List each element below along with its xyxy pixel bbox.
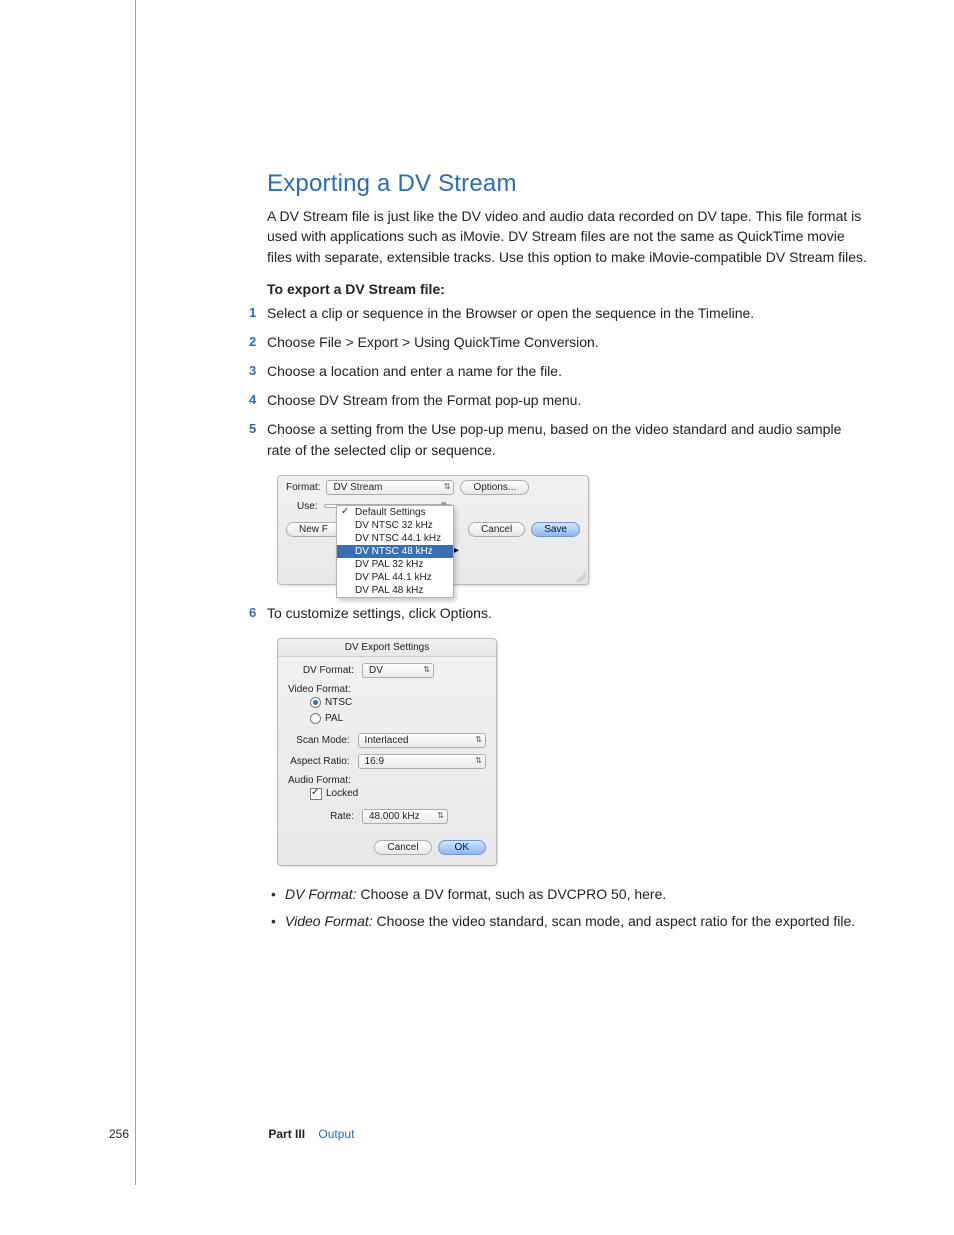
videoformat-label: Video Format:	[288, 684, 486, 695]
dropdown-item[interactable]: DV PAL 48 kHz	[337, 584, 453, 597]
scanmode-select[interactable]: Interlaced ⇅	[358, 733, 486, 748]
use-dropdown-menu: Default Settings DV NTSC 32 kHz DV NTSC …	[336, 505, 454, 598]
section-title: Exporting a DV Stream	[267, 170, 867, 198]
save-button[interactable]: Save	[531, 522, 580, 537]
chevron-updown-icon: ⇅	[423, 666, 430, 674]
chevron-updown-icon: ⇅	[475, 736, 482, 744]
content: Exporting a DV Stream A DV Stream file i…	[267, 170, 867, 938]
options-button[interactable]: Options...	[460, 480, 529, 495]
bullet-term: Video Format:	[285, 913, 373, 929]
page-footer: 256 Part III Output	[109, 1127, 869, 1141]
cancel-button[interactable]: Cancel	[374, 840, 431, 855]
dvformat-label: DV Format:	[288, 665, 354, 676]
format-label: Format:	[286, 482, 320, 493]
cursor-icon: ▸	[454, 545, 459, 556]
procedure-heading: To export a DV Stream file:	[267, 281, 867, 297]
page-number: 256	[109, 1127, 265, 1141]
part-label: Part III	[268, 1127, 305, 1141]
ok-button[interactable]: OK	[438, 840, 486, 855]
aspect-label: Aspect Ratio:	[288, 756, 350, 767]
dropdown-item[interactable]: DV NTSC 32 kHz	[337, 519, 453, 532]
bullet-text: Choose the video standard, scan mode, an…	[373, 913, 856, 929]
aspect-select[interactable]: 16:9 ⇅	[358, 754, 486, 769]
step-text: Choose DV Stream from the Format pop-up …	[267, 392, 581, 408]
cancel-button[interactable]: Cancel	[468, 522, 525, 537]
audioformat-label: Audio Format:	[288, 775, 486, 786]
step-text: Choose File > Export > Using QuickTime C…	[267, 334, 599, 350]
locked-checkbox[interactable]: Locked	[310, 788, 358, 800]
scanmode-label: Scan Mode:	[288, 735, 350, 746]
dvformat-select[interactable]: DV ⇅	[362, 663, 434, 678]
page: Exporting a DV Stream A DV Stream file i…	[0, 0, 954, 1235]
dropdown-item[interactable]: DV NTSC 44.1 kHz	[337, 532, 453, 545]
resize-grip-icon	[576, 572, 586, 582]
pal-radio[interactable]: PAL	[310, 713, 343, 724]
format-select[interactable]: DV Stream ⇅	[326, 480, 454, 495]
steps-list-cont: 6To customize settings, click Options.	[249, 603, 867, 624]
dialog-title: DV Export Settings	[278, 639, 496, 657]
step-text: Select a clip or sequence in the Browser…	[267, 305, 754, 321]
step-text: Choose a location and enter a name for t…	[267, 363, 562, 379]
chevron-updown-icon: ⇅	[437, 812, 444, 820]
dropdown-item[interactable]: Default Settings	[337, 506, 453, 519]
steps-list: 1Select a clip or sequence in the Browse…	[249, 303, 867, 461]
bullet-text: Choose a DV format, such as DVCPRO 50, h…	[357, 886, 667, 902]
intro-paragraph: A DV Stream file is just like the DV vid…	[267, 206, 867, 267]
part-name: Output	[318, 1127, 354, 1141]
bullet-list: DV Format: Choose a DV format, such as D…	[267, 884, 867, 932]
export-dialog-screenshot: Format: DV Stream ⇅ Options... Use: ⇅ Ne…	[277, 475, 589, 585]
margin-rule	[135, 0, 136, 1185]
dv-export-settings-screenshot: DV Export Settings DV Format: DV ⇅ Video…	[277, 638, 497, 866]
rate-label: Rate:	[288, 811, 354, 822]
use-label: Use:	[297, 501, 318, 512]
dropdown-item[interactable]: DV PAL 32 kHz	[337, 558, 453, 571]
step-text: To customize settings, click Options.	[267, 605, 492, 621]
dropdown-item[interactable]: DV PAL 44.1 kHz	[337, 571, 453, 584]
chevron-updown-icon: ⇅	[444, 483, 451, 491]
step-text: Choose a setting from the Use pop-up men…	[267, 421, 841, 458]
new-folder-button[interactable]: New F	[286, 522, 341, 537]
rate-select[interactable]: 48.000 kHz ⇅	[362, 809, 448, 824]
bullet-term: DV Format:	[285, 886, 357, 902]
chevron-updown-icon: ⇅	[475, 757, 482, 765]
format-select-value: DV Stream	[333, 482, 382, 493]
ntsc-radio[interactable]: NTSC	[310, 697, 352, 708]
dropdown-item[interactable]: DV NTSC 48 kHz ▸	[337, 545, 453, 558]
